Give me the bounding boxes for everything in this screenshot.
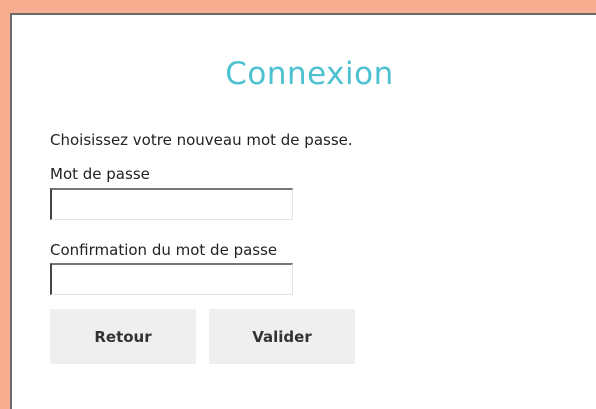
back-button[interactable]: Retour bbox=[50, 309, 196, 364]
login-panel: Connexion Choisissez votre nouveau mot d… bbox=[10, 13, 596, 409]
submit-button[interactable]: Valider bbox=[209, 309, 355, 364]
password-label: Mot de passe bbox=[50, 165, 150, 183]
instruction-text: Choisissez votre nouveau mot de passe. bbox=[50, 131, 353, 149]
confirm-password-field[interactable] bbox=[50, 263, 293, 295]
confirm-password-label: Confirmation du mot de passe bbox=[50, 241, 278, 259]
page-title: Connexion bbox=[225, 56, 394, 92]
password-field[interactable] bbox=[50, 188, 293, 220]
